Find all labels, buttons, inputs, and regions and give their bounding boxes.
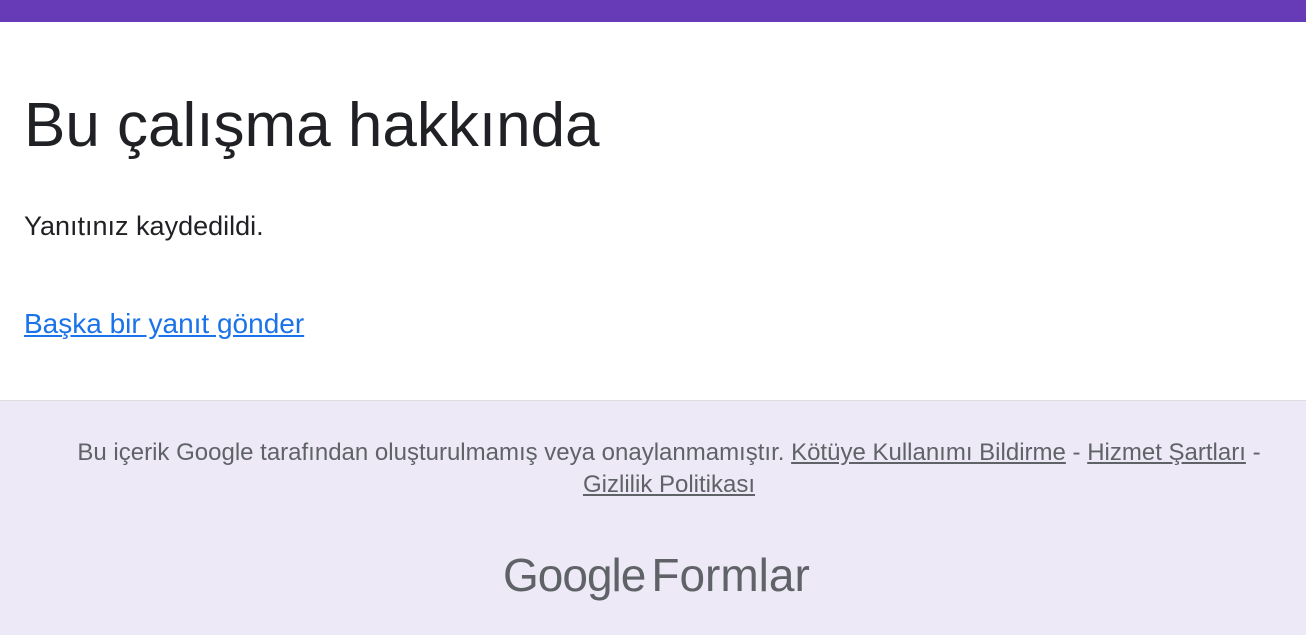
- footer-separator: -: [1252, 439, 1261, 466]
- terms-of-service-link[interactable]: Hizmet Şartları: [1087, 439, 1246, 466]
- form-accent-bar: [0, 0, 1306, 22]
- disclaimer-text: Bu içerik Google tarafından oluşturulmam…: [77, 439, 785, 466]
- form-title: Bu çalışma hakkında: [24, 91, 600, 160]
- privacy-policy-link[interactable]: Gizlilik Politikası: [583, 471, 755, 498]
- footer: Bu içerik Google tarafından oluşturulmam…: [0, 401, 1306, 635]
- footer-separator: -: [1072, 439, 1081, 466]
- submit-another-response-link[interactable]: Başka bir yanıt gönder: [24, 305, 304, 343]
- confirmation-message: Yanıtınız kaydedildi.: [24, 211, 264, 241]
- google-forms-logo[interactable]: Google Formlar: [503, 545, 810, 605]
- report-abuse-link[interactable]: Kötüye Kullanımı Bildirme: [791, 439, 1066, 466]
- brand-google: Google: [503, 549, 646, 601]
- confirmation-card: Bu çalışma hakkında Yanıtınız kaydedildi…: [0, 22, 1306, 401]
- footer-disclaimer: Bu içerik Google tarafından oluşturulmam…: [0, 437, 1306, 501]
- brand-product: Formlar: [651, 549, 810, 601]
